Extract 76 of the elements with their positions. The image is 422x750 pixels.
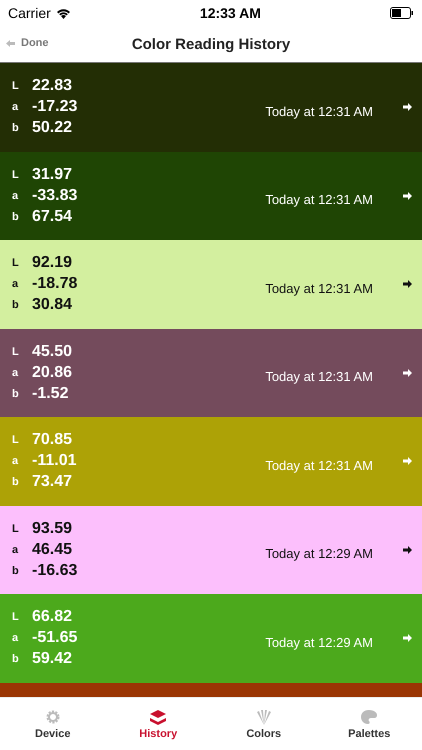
arrow-right-icon	[403, 546, 412, 554]
reading-time: Today at 12:29 AM	[265, 634, 373, 650]
layers-icon	[149, 708, 168, 724]
channel-label: a	[12, 101, 20, 114]
reading-row[interactable]: L 92.19 a -18.78 b 30.84 Today at 12:31 AM	[0, 240, 422, 328]
channel-value: 67.54	[32, 208, 74, 226]
channel-label: a	[12, 278, 20, 290]
channel-label: L	[12, 434, 20, 446]
reading-time: Today at 12:31 AM	[265, 192, 373, 208]
reading-row[interactable]: L 22.83 a -17.23 b 50.22 Today at 12:31 AM	[0, 63, 422, 152]
channel-value: 59.42	[32, 650, 74, 668]
reading-row[interactable]: L 93.59 a 46.45 b -16.63 Today at 12:29 AM	[0, 506, 422, 594]
channel-value: 93.59	[32, 520, 74, 538]
channel-value: -18.78	[32, 275, 78, 294]
channel-label: a	[12, 190, 20, 202]
channel-value: 20.86	[32, 364, 74, 382]
channel-value: 92.19	[32, 254, 74, 272]
channel-value: 45.50	[32, 342, 74, 361]
arrow-right-icon	[403, 192, 412, 200]
arrow-right-icon	[403, 634, 412, 642]
palette-icon	[360, 708, 378, 724]
reading-time: Today at 12:31 AM	[265, 104, 373, 119]
tab-item[interactable]: Palettes	[316, 698, 422, 750]
channel-label: a	[12, 544, 20, 556]
arrow-right-icon	[403, 368, 412, 377]
arrow-right-icon	[403, 103, 412, 112]
channel-label: L	[12, 522, 20, 535]
channel-label: L	[12, 168, 20, 181]
channel-label: L	[12, 257, 20, 270]
clock-time: 12:33 AM	[200, 5, 261, 21]
reading-time: Today at 12:31 AM	[265, 280, 373, 296]
reading-row[interactable]: L 45.50 a 20.86 b -1.52 Today at 12:31 AM	[0, 328, 422, 417]
tab-item[interactable]: Device	[0, 698, 106, 750]
reading-row[interactable]: L 31.97 a -33.83 b 67.54 Today at 12:31 AM	[0, 152, 422, 240]
channel-value: -16.63	[32, 562, 78, 580]
arrow-right-icon	[403, 457, 412, 466]
carrier-label: Carrier	[8, 5, 51, 21]
arrow-right-icon	[403, 280, 412, 288]
channel-label: a	[12, 455, 20, 468]
channel-value: 66.82	[32, 608, 74, 626]
channel-value: -1.52	[32, 384, 70, 403]
channel-value: 22.83	[32, 77, 74, 96]
channel-label: b	[12, 388, 20, 400]
channel-value: 73.47	[32, 473, 74, 492]
channel-value: -11.01	[32, 452, 78, 470]
tab-item[interactable]: Colors	[211, 698, 316, 750]
channel-label: b	[12, 653, 20, 666]
screen-title: Color Reading History	[132, 36, 290, 52]
wifi-icon	[56, 8, 71, 18]
reading-time: Today at 12:29 AM	[265, 546, 373, 562]
channel-value: 50.22	[32, 119, 74, 138]
channel-label: L	[12, 346, 20, 358]
channel-value: -17.23	[32, 98, 78, 116]
done-button[interactable]: Done	[6, 37, 48, 49]
channel-label: L	[12, 611, 20, 624]
reading-time: Today at 12:31 AM	[265, 369, 373, 384]
channel-label: b	[12, 122, 20, 134]
channel-label: b	[12, 210, 20, 223]
channel-value: 70.85	[32, 431, 74, 450]
channel-label: a	[12, 632, 20, 644]
channel-value: -51.65	[32, 629, 78, 648]
channel-label: b	[12, 564, 20, 577]
channel-label: L	[12, 80, 20, 92]
channel-value: 46.45	[32, 540, 74, 559]
channel-value: 31.97	[32, 166, 74, 184]
arrow-left-icon	[6, 40, 15, 46]
channel-label: b	[12, 476, 20, 488]
battery-icon	[390, 7, 414, 19]
channel-label: a	[12, 366, 20, 379]
reading-time: Today at 12:31 AM	[265, 458, 373, 473]
channel-value: -33.83	[32, 186, 78, 205]
tab-item[interactable]: History	[106, 698, 211, 750]
gear-icon	[44, 708, 61, 724]
channel-label: b	[12, 299, 20, 312]
channel-value: 30.84	[32, 296, 74, 314]
color-fan-icon	[254, 708, 273, 724]
